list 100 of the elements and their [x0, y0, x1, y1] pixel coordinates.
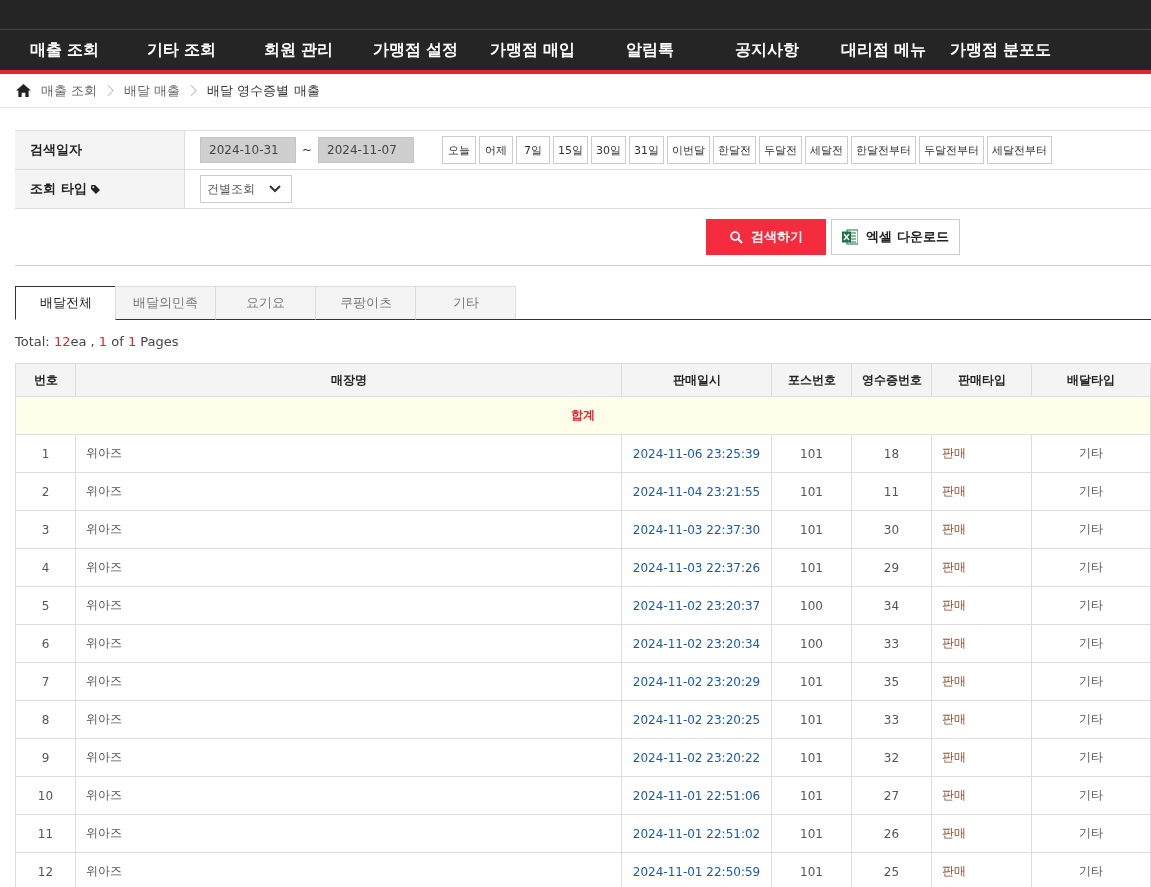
delivery-type: 기타 [1031, 510, 1151, 549]
store-name: 위아즈 [75, 662, 622, 701]
receipt-number: 32 [851, 738, 932, 777]
nav-menu-item[interactable]: 알림톡 [591, 39, 708, 61]
sale-datetime: 2024-11-02 23:20:29 [621, 662, 772, 701]
chevron-icon [190, 84, 198, 97]
date-range-button[interactable]: 30일 [591, 136, 627, 164]
row-number: 4 [15, 548, 76, 587]
sale-type: 판매 [931, 472, 1032, 511]
date-range-button[interactable]: 오늘 [442, 136, 477, 164]
search-button[interactable]: 검색하기 [706, 219, 826, 255]
type-select[interactable]: 건별조회 [200, 175, 292, 203]
date-range-button[interactable]: 7일 [516, 136, 551, 164]
nav-menu-item[interactable]: 가맹점 분포도 [942, 39, 1059, 61]
delivery-type: 기타 [1031, 548, 1151, 587]
breadcrumb-item[interactable]: 매출 조회 [41, 81, 98, 100]
nav-menu-item[interactable]: 가맹점 설정 [357, 39, 474, 61]
total-row-label: 합계 [15, 396, 1151, 435]
date-range-button[interactable]: 세달전부터 [987, 136, 1053, 164]
sale-type: 판매 [931, 548, 1032, 587]
row-number: 2 [15, 472, 76, 511]
row-number: 6 [15, 624, 76, 663]
pos-number: 100 [771, 624, 852, 663]
delivery-type: 기타 [1031, 814, 1151, 853]
date-field[interactable]: 2024-11-07 [318, 137, 415, 163]
pos-number: 101 [771, 738, 852, 777]
sale-type: 판매 [931, 662, 1032, 701]
tab[interactable]: 배달전체 [15, 286, 116, 320]
date-range-button[interactable]: 이번달 [667, 136, 711, 164]
nav-menu-item[interactable]: 대리점 메뉴 [825, 39, 942, 61]
store-name: 위아즈 [75, 434, 622, 473]
pos-number: 101 [771, 510, 852, 549]
home-icon[interactable] [16, 84, 31, 97]
field-label: 검색일자 [15, 131, 185, 169]
chevron-down-icon [269, 185, 281, 193]
excel-download-button[interactable]: 엑셀 다운로드 [831, 219, 960, 255]
delivery-type: 기타 [1031, 700, 1151, 739]
date-range-button[interactable]: 세달전 [805, 136, 849, 164]
breadcrumb-item[interactable]: 배달 매출 [124, 81, 181, 100]
search-icon [729, 230, 743, 244]
receipt-number: 18 [851, 434, 932, 473]
store-name: 위아즈 [75, 624, 622, 663]
nav-menu-item[interactable]: 공지사항 [708, 39, 825, 61]
delivery-type: 기타 [1031, 738, 1151, 777]
sale-datetime: 2024-11-03 22:37:30 [621, 510, 772, 549]
nav-menu-item[interactable]: 회원 관리 [240, 39, 357, 61]
tab[interactable]: 기타 [415, 286, 516, 320]
tab[interactable]: 요기요 [215, 286, 316, 320]
pos-number: 100 [771, 586, 852, 625]
row-number: 1 [15, 434, 76, 473]
date-range-button[interactable]: 15일 [553, 136, 589, 164]
date-range-button[interactable]: 어제 [479, 136, 514, 164]
pos-number: 101 [771, 434, 852, 473]
date-range-button[interactable]: 두달전 [759, 136, 803, 164]
nav-menu-item[interactable]: 매출 조회 [6, 39, 123, 61]
sale-datetime: 2024-11-02 23:20:34 [621, 624, 772, 663]
sale-datetime: 2024-11-02 23:20:37 [621, 586, 772, 625]
column-header: 포스번호 [771, 363, 852, 397]
nav-menu-item[interactable]: 기타 조회 [123, 39, 240, 61]
spreadsheet-icon [842, 229, 859, 245]
receipt-number: 27 [851, 776, 932, 815]
date-range-button[interactable]: 두달전부터 [919, 136, 985, 164]
row-number: 9 [15, 738, 76, 777]
receipt-number: 26 [851, 814, 932, 853]
summary-text: Total: 12ea , 1 of 1 Pages [15, 334, 180, 349]
tag-icon [90, 184, 100, 194]
row-number: 7 [15, 662, 76, 701]
range-separator: ~ [302, 143, 313, 157]
delivery-type: 기타 [1031, 662, 1151, 701]
nav-menu-item[interactable]: 가맹점 매입 [474, 39, 591, 61]
receipt-number: 11 [851, 472, 932, 511]
sale-datetime: 2024-11-06 23:25:39 [621, 434, 772, 473]
column-header: 번호 [15, 363, 76, 397]
sale-datetime: 2024-11-02 23:20:22 [621, 738, 772, 777]
date-field[interactable]: 2024-10-31 [200, 137, 296, 163]
row-number: 5 [15, 586, 76, 625]
sale-datetime: 2024-11-01 22:51:06 [621, 776, 772, 815]
tab[interactable]: 쿠팡이츠 [315, 286, 416, 320]
pos-number: 101 [771, 548, 852, 587]
column-header: 영수증번호 [851, 363, 932, 397]
pos-number: 101 [771, 472, 852, 511]
date-range-button[interactable]: 한달전부터 [851, 136, 917, 164]
breadcrumb-item: 배달 영수증별 매출 [207, 81, 320, 100]
delivery-type: 기타 [1031, 624, 1151, 663]
date-range-button[interactable]: 31일 [629, 136, 665, 164]
delivery-type: 기타 [1031, 434, 1151, 473]
sale-type: 판매 [931, 624, 1032, 663]
date-range-button[interactable]: 한달전 [713, 136, 757, 164]
delivery-type: 기타 [1031, 472, 1151, 511]
column-header: 배달타입 [1031, 363, 1151, 397]
sale-datetime: 2024-11-04 23:21:55 [621, 472, 772, 511]
tab[interactable]: 배달의민족 [115, 286, 216, 320]
column-header: 판매타입 [931, 363, 1032, 397]
store-name: 위아즈 [75, 472, 622, 511]
store-name: 위아즈 [75, 548, 622, 587]
store-name: 위아즈 [75, 700, 622, 739]
receipt-number: 30 [851, 510, 932, 549]
sale-datetime: 2024-11-03 22:37:26 [621, 548, 772, 587]
receipt-number: 33 [851, 624, 932, 663]
row-number: 3 [15, 510, 76, 549]
